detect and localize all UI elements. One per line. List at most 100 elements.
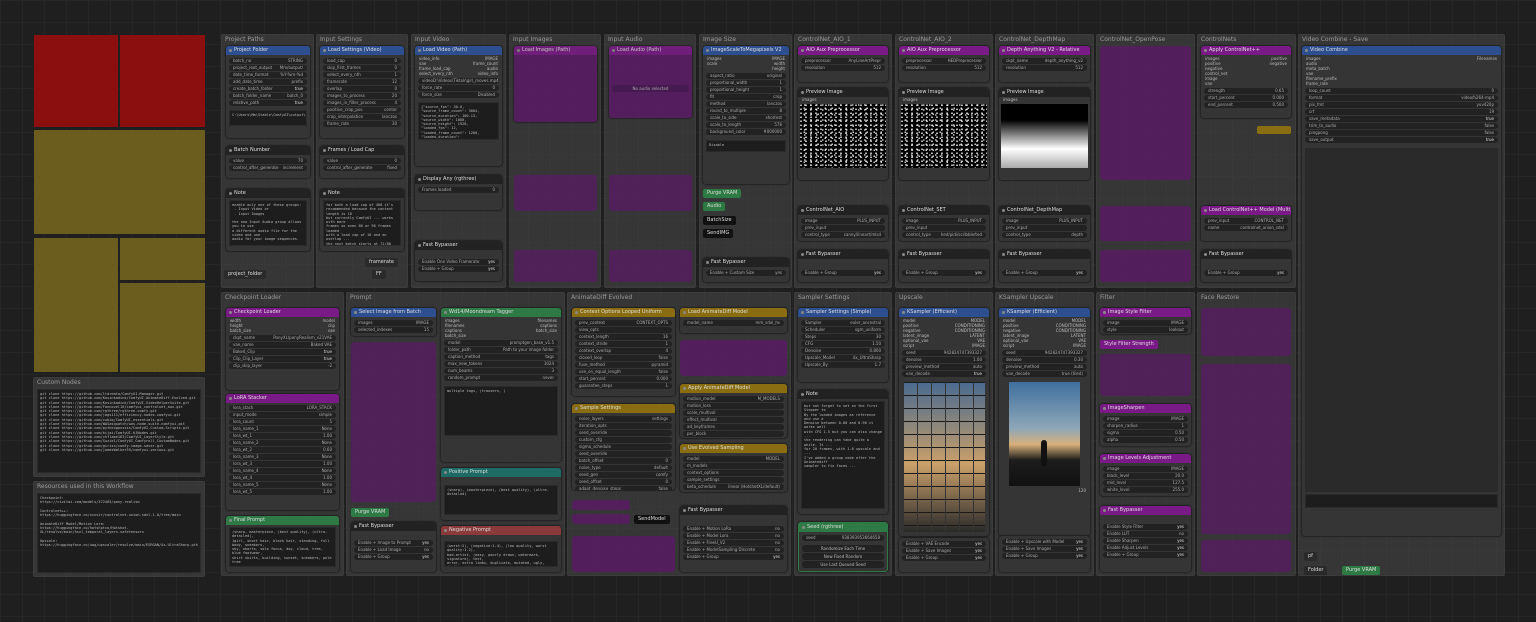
widget-prev-context[interactable]: prev_context CONTEXT_OPTS <box>575 320 672 326</box>
ksampler-2-node[interactable]: KSampler (Efficient) model MODEL positive C… <box>999 308 1090 536</box>
controlnet-yellow-reroute[interactable] <box>1257 126 1291 134</box>
node-widgets[interactable]: aspect_ratio original proportional_width 1 p… <box>703 73 789 138</box>
widget-model[interactable]: model promptgen_base_v1.5 <box>444 340 558 346</box>
widget-num-beams[interactable]: num_beams 3 <box>444 368 558 374</box>
widget-enable-motion-lora[interactable]: Enable + Motion LoRa no <box>683 526 784 532</box>
widget-denoise[interactable]: denoise 1.00 <box>902 357 986 363</box>
widget-create-batch-folder[interactable]: create_batch_folder true <box>229 86 307 92</box>
negative-prompt-text[interactable]: (worst:2), (negative:1.4), (low quality,… <box>444 541 558 567</box>
io-slot[interactable]: batch_size <box>441 333 561 338</box>
fast-bypass-animatediff-node[interactable]: Fast Bypasser Enable + Motion LoRa no Enab… <box>680 506 787 572</box>
widget-motion-model[interactable]: motion_model M_MODELS <box>683 396 784 402</box>
widget-seed-override[interactable]: seed_override <box>575 430 672 436</box>
widget-use-on-equal-length[interactable]: use_on_equal_length false <box>575 369 672 375</box>
select-image-node[interactable]: Select Image from Batch images IMAGE selec… <box>351 308 436 336</box>
widget-vae-decode[interactable]: vae_decode true (tiled) <box>1002 371 1087 377</box>
use-last-queued-seed-button[interactable]: Use Last Queued Seed <box>802 561 884 568</box>
node-widgets[interactable]: Enable + Image to Prompt yes Enable + Load… <box>351 531 436 563</box>
widget-image[interactable]: image IMAGE <box>1103 416 1188 422</box>
widget-black-level[interactable]: black_level 20.0 <box>1103 473 1188 479</box>
widget-enable-group[interactable]: Enable + Group yes <box>902 555 986 561</box>
widget-sharpen-radius[interactable]: sharpen_radius 1 <box>1103 423 1188 429</box>
widget-selected-indexes[interactable]: selected_indexes 15 <box>354 327 433 333</box>
widget-seed-offset[interactable]: seed_offset 0 <box>575 479 672 485</box>
widget-trim-to-audio[interactable]: trim_to_audio false <box>1305 123 1498 129</box>
resources-group[interactable]: Resources used in this Workflow Checkpoi… <box>33 481 205 577</box>
node-widgets[interactable]: load_cap 0 skip_first_frames 0 select_every_… <box>320 55 404 130</box>
widget-sample-settings[interactable]: sample_settings <box>683 477 784 483</box>
widget-enable-freeu-v2[interactable]: Enable + FreeU_V2 no <box>683 540 784 546</box>
negative-prompt-node[interactable]: Negative Prompt (worst:2), (negative:1.4… <box>441 526 561 572</box>
sampler-settings-node[interactable]: Sampler Settings (Simple) Sampler euler_a… <box>798 308 888 382</box>
widget-control-type[interactable]: control_type hed/pidi/scribble/ted <box>902 232 986 238</box>
node-widgets[interactable]: image IMAGE black_level 20.0 mid_level 127.5 w… <box>1100 463 1191 496</box>
node-widgets[interactable]: preprocessor AnyLineArtPrepr resolution 512 <box>798 55 888 74</box>
custom-nodes-group[interactable]: Custom Nodes git clone https://github.co… <box>33 377 205 477</box>
node-widgets[interactable]: preprocessor HEDPreprocessor resolution 512 <box>899 55 989 74</box>
widget-preprocessor[interactable]: preprocessor HEDPreprocessor <box>902 58 986 64</box>
load-controlnet-model-node[interactable]: Load ControlNet++ Model (Multi) prev_inp… <box>1201 206 1291 241</box>
widget-add-date-time[interactable]: add_date_time prefix <box>229 79 307 85</box>
animatediff-bypassed-block-1[interactable] <box>572 500 630 510</box>
widget-framerate[interactable]: framerate 12 <box>323 79 401 85</box>
fast-bypass-cn1-node[interactable]: Fast Bypasser Enable + Group yes <box>798 250 888 282</box>
widget-lora-name-4[interactable]: lora_name_4 None <box>229 468 336 474</box>
widget-adapt-denoise-steps[interactable]: adapt_denoise_steps false <box>575 486 672 490</box>
widget-lora-wt-1[interactable]: lora_wt_1 1.00 <box>229 433 336 439</box>
widget-white-level[interactable]: white_level 255.0 <box>1103 487 1188 493</box>
widget-crop-interpolation[interactable]: crop_interpolation lanczos <box>323 114 401 120</box>
node-widgets[interactable]: Enable + Group yes <box>999 259 1090 279</box>
node-widgets[interactable]: model MODEL m_models context_options sample_… <box>680 453 787 492</box>
framerate-reroute[interactable]: framerate <box>365 258 398 267</box>
node-widgets[interactable]: image PLUS_INPUT prev_input control_type dep… <box>999 215 1090 241</box>
widget-resolution[interactable]: resolution 512 <box>902 65 986 71</box>
widget-upscale-by[interactable]: Upscale_By 1.7 <box>801 362 885 368</box>
widget-enable-group[interactable]: Enable + Group yes <box>1103 552 1188 558</box>
widget-input-mode[interactable]: input_mode simple <box>229 412 336 418</box>
send-model-reroute[interactable]: SendModel <box>634 515 670 524</box>
batch-number-node[interactable]: Batch Number value 70 control_after_genera… <box>226 146 310 178</box>
node-io[interactable]: video_info IMAGE vae frame_count frame_load_… <box>415 55 502 77</box>
style-filter-strength-reroute[interactable]: Style Filter Strength <box>1100 340 1158 349</box>
widget-overlap[interactable]: overlap 0 <box>323 86 401 92</box>
node-io[interactable]: images IMAGE scale width height <box>703 55 789 72</box>
widget-load-cap[interactable]: load_cap 0 <box>323 58 401 64</box>
widget-enable-one-video-framerate[interactable]: Enable One Video Framerate yes <box>418 259 499 265</box>
node-widgets[interactable]: images IMAGE selected_indexes 15 <box>351 317 436 336</box>
color-block-olive-3[interactable] <box>120 238 205 280</box>
widget-effect-multival[interactable]: effect_multival <box>683 417 784 423</box>
widget-caption-method[interactable]: caption_method tags <box>444 354 558 360</box>
widget-lora-wt-2[interactable]: lora_wt_2 0.60 <box>229 447 336 453</box>
node-widgets[interactable]: seed 942824747393327 denoise 1.00 preview_me… <box>899 350 989 380</box>
image-levels-node[interactable]: Image Levels Adjustment image IMAGE black_… <box>1100 454 1191 496</box>
randomize-each-time-button[interactable]: Randomize Each Time <box>802 545 884 552</box>
widget-loop-count[interactable]: loop_count 0 <box>1305 88 1498 94</box>
widget-start-percent[interactable]: start_percent 0.000 <box>575 376 672 382</box>
widget-pingpong[interactable]: pingpong false <box>1305 130 1498 136</box>
note-text[interactable]: for both a load cap of 400 it's recommen… <box>323 200 401 246</box>
node-widgets[interactable]: value 0 control_after_generate fixed <box>320 155 404 174</box>
frames-load-cap-node[interactable]: Frames / Load Cap value 0 control_after_ge… <box>320 146 404 178</box>
io-slot[interactable]: frame_rate <box>1302 81 1501 86</box>
widget-seed[interactable]: seed 938393953664658 <box>802 535 884 541</box>
load-animatediff-node[interactable]: Load AnimateDiff Model model_name mm_sdxl… <box>680 308 787 333</box>
widget-enable-load-image[interactable]: Enable + Load Image no <box>354 547 433 553</box>
node-widgets[interactable]: Enable + Group yes <box>1201 259 1291 279</box>
fast-bypass-cn2-node[interactable]: Fast Bypasser Enable + Group yes <box>899 250 989 282</box>
aio-preprocessor-2-node[interactable]: AIO Aux Preprocessor preprocessor HEDPrep… <box>899 46 989 82</box>
positive-prompt-text[interactable]: (sharp), (masterpiece), (best quality), … <box>444 485 558 515</box>
folder-reroute[interactable]: Folder <box>1304 566 1328 575</box>
io-slot[interactable]: vae <box>1201 81 1291 86</box>
widget-ckpt-name[interactable]: ckpt_name depth_anything_v2 <box>1002 58 1087 64</box>
new-fixed-random-button[interactable]: New Fixed Random <box>802 553 884 560</box>
widget-noise-layers[interactable]: noise_layers settings <box>575 416 672 422</box>
widget-lora-stack[interactable]: lora_stack LORA_STACK <box>229 405 336 411</box>
node-widgets[interactable]: model promptgen_base_v1.5 folder_path Path … <box>441 340 561 384</box>
widget-control-type[interactable]: control_type canny/lineart/mlsd <box>801 232 885 238</box>
project-folder-reroute[interactable]: project_folder <box>224 270 267 279</box>
purge-vram-prompt-reroute[interactable]: Purge VRAM <box>351 508 390 517</box>
input-audio-bypassed-block-2[interactable] <box>609 250 692 282</box>
widget-preprocessor[interactable]: preprocessor AnyLineArtPrepr <box>801 58 885 64</box>
node-io[interactable]: model MODEL positive CONDITIONING negative CO… <box>899 317 989 349</box>
face-restore-bypassed-block-2[interactable] <box>1201 364 1291 534</box>
